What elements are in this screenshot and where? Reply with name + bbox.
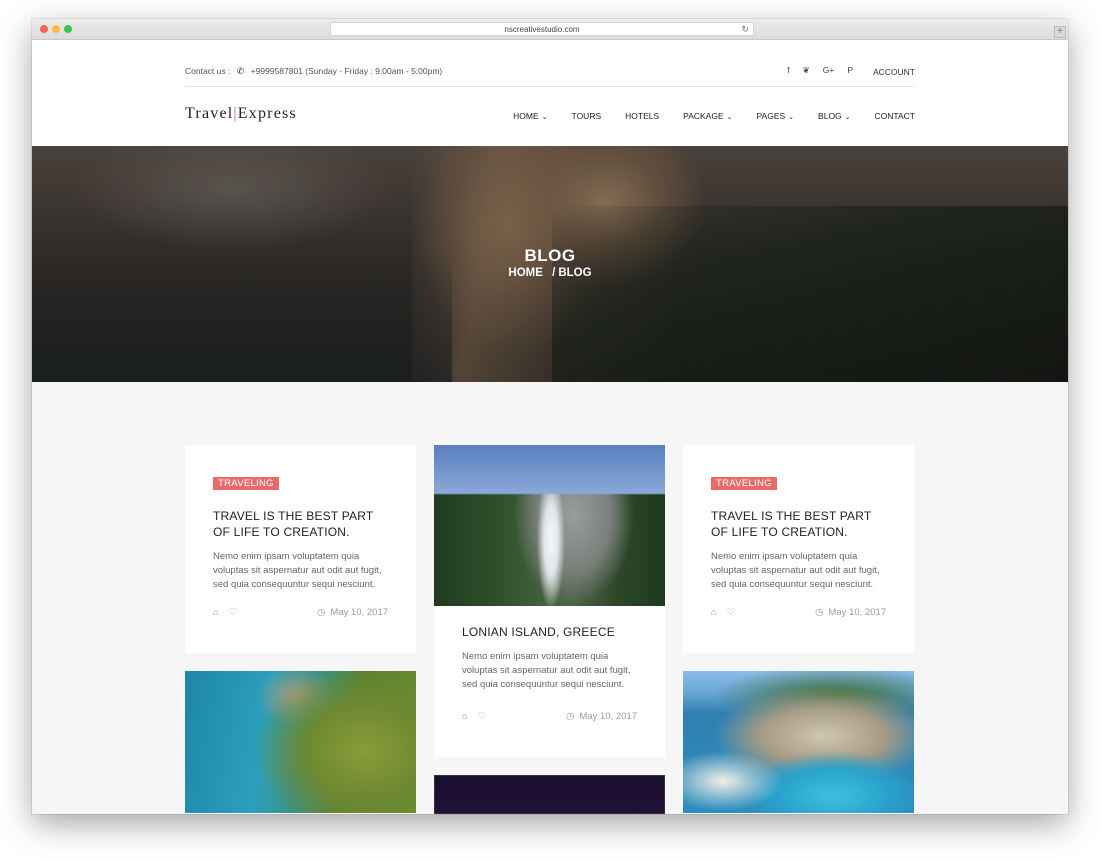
chevron-down-icon: ⌄ bbox=[726, 114, 733, 121]
main-nav: HOME ⌄ TOURS HOTELS PACKAGE ⌄ PAGES ⌄ BLOG ⌄… bbox=[513, 111, 915, 121]
address-bar[interactable]: nscreativestudio.com ↻ bbox=[330, 22, 754, 36]
logo-text-2: Express bbox=[237, 105, 297, 122]
nav-item-pages[interactable]: PAGES ⌄ bbox=[757, 111, 795, 121]
post-title[interactable]: TRAVEL IS THE BEST PART OF LIFE TO CREAT… bbox=[213, 508, 388, 540]
account-link[interactable]: ACCOUNT bbox=[873, 67, 915, 77]
breadcrumb-current: BLOG bbox=[558, 267, 592, 279]
nav-item-blog[interactable]: BLOG ⌄ bbox=[818, 111, 851, 121]
blog-card[interactable]: TRAVELING TRAVEL IS THE BEST PART OF LIF… bbox=[683, 445, 914, 653]
twitter-icon[interactable]: ❦ bbox=[803, 65, 810, 76]
browser-toolbar: nscreativestudio.com ↻ + bbox=[32, 19, 1068, 40]
post-excerpt: Nemo enim ipsam voluptatem quia voluptas… bbox=[711, 551, 880, 590]
address-bar-url: nscreativestudio.com bbox=[504, 25, 580, 34]
nav-item-label: CONTACT bbox=[874, 111, 915, 121]
post-date: May 10, 2017 bbox=[579, 711, 637, 722]
page-title: BLOG bbox=[524, 246, 576, 265]
hero-banner: BLOG HOME / BLOG bbox=[32, 146, 1068, 382]
google-plus-icon[interactable]: G+ bbox=[823, 65, 835, 76]
nav-item-label: HOME bbox=[513, 111, 539, 121]
nav-item-hotels[interactable]: HOTELS bbox=[625, 111, 659, 121]
clock-icon: ◷ bbox=[317, 607, 326, 618]
nav-item-label: TOURS bbox=[571, 111, 602, 121]
contact-phone: +9999587801 (Sunday - Friday : 9:00am - … bbox=[250, 66, 443, 76]
post-excerpt: Nemo enim ipsam voluptatem quia voluptas… bbox=[462, 651, 631, 690]
nav-item-package[interactable]: PACKAGE ⌄ bbox=[683, 111, 732, 121]
facebook-icon[interactable]: f bbox=[787, 65, 789, 76]
category-tag[interactable]: TRAVELING bbox=[213, 477, 279, 490]
chevron-down-icon: ⌄ bbox=[788, 114, 795, 121]
post-title[interactable]: LONIAN ISLAND, GREECE bbox=[462, 624, 637, 640]
heart-icon[interactable]: ♡ bbox=[478, 711, 487, 722]
top-bar: Contact us : ✆ +9999587801 (Sunday - Fri… bbox=[185, 61, 915, 87]
coastline-image[interactable] bbox=[185, 671, 416, 813]
post-date: May 10, 2017 bbox=[828, 607, 886, 618]
heart-icon[interactable]: ♡ bbox=[229, 607, 238, 618]
nav-item-label: PAGES bbox=[756, 111, 786, 121]
browser-window: nscreativestudio.com ↻ + Contact us : ✆ … bbox=[32, 19, 1068, 814]
blog-card[interactable]: TRAVELING TRAVEL IS THE BEST PART OF LIF… bbox=[185, 445, 416, 653]
blog-grid: TRAVELING TRAVEL IS THE BEST PART OF LIF… bbox=[32, 382, 1068, 814]
clock-icon: ◷ bbox=[815, 607, 824, 618]
phone-icon: ✆ bbox=[236, 66, 245, 76]
nav-item-contact[interactable]: CONTACT bbox=[875, 111, 915, 121]
home-icon[interactable]: ⌂ bbox=[462, 711, 468, 722]
nav-item-tours[interactable]: TOURS bbox=[572, 111, 602, 121]
clock-icon: ◷ bbox=[566, 711, 575, 722]
chevron-down-icon: ⌄ bbox=[541, 114, 548, 121]
post-date: May 10, 2017 bbox=[330, 607, 388, 618]
waterfall-image[interactable] bbox=[434, 445, 665, 606]
breadcrumb-separator: / bbox=[552, 267, 556, 279]
nav-item-label: HOTELS bbox=[625, 111, 660, 121]
blog-card[interactable] bbox=[434, 775, 665, 814]
blog-card[interactable] bbox=[185, 671, 416, 814]
reload-icon[interactable]: ↻ bbox=[741, 23, 749, 36]
site-logo[interactable]: Travel|Express bbox=[185, 105, 297, 123]
chevron-down-icon: ⌄ bbox=[844, 114, 851, 121]
beach-cove-image[interactable] bbox=[683, 671, 914, 813]
post-title[interactable]: TRAVEL IS THE BEST PART OF LIFE TO CREAT… bbox=[711, 508, 886, 540]
close-window-button[interactable] bbox=[40, 25, 48, 33]
logo-text-1: Travel bbox=[185, 105, 234, 122]
new-tab-button[interactable]: + bbox=[1054, 26, 1066, 38]
contact-info: Contact us : ✆ +9999587801 (Sunday - Fri… bbox=[185, 66, 442, 77]
blog-card[interactable] bbox=[683, 671, 914, 814]
nav-item-label: PACKAGE bbox=[683, 111, 724, 121]
heart-icon[interactable]: ♡ bbox=[727, 607, 736, 618]
category-tag[interactable]: TRAVELING bbox=[711, 477, 777, 490]
home-icon[interactable]: ⌂ bbox=[711, 607, 717, 618]
post-excerpt: Nemo enim ipsam voluptatem quia voluptas… bbox=[213, 551, 382, 590]
maximize-window-button[interactable] bbox=[64, 25, 72, 33]
social-links: f ❦ G+ P bbox=[787, 65, 853, 76]
night-sky-image[interactable] bbox=[435, 776, 664, 813]
nav-item-home[interactable]: HOME ⌄ bbox=[513, 111, 547, 121]
home-icon[interactable]: ⌂ bbox=[213, 607, 219, 618]
nav-item-label: BLOG bbox=[818, 111, 842, 121]
blog-card[interactable]: LONIAN ISLAND, GREECE Nemo enim ipsam vo… bbox=[434, 445, 665, 757]
minimize-window-button[interactable] bbox=[52, 25, 60, 33]
breadcrumb-home[interactable]: HOME bbox=[508, 267, 543, 279]
contact-label: Contact us : bbox=[185, 66, 231, 76]
pinterest-icon[interactable]: P bbox=[847, 65, 853, 76]
breadcrumb: HOME / BLOG bbox=[32, 267, 1068, 279]
